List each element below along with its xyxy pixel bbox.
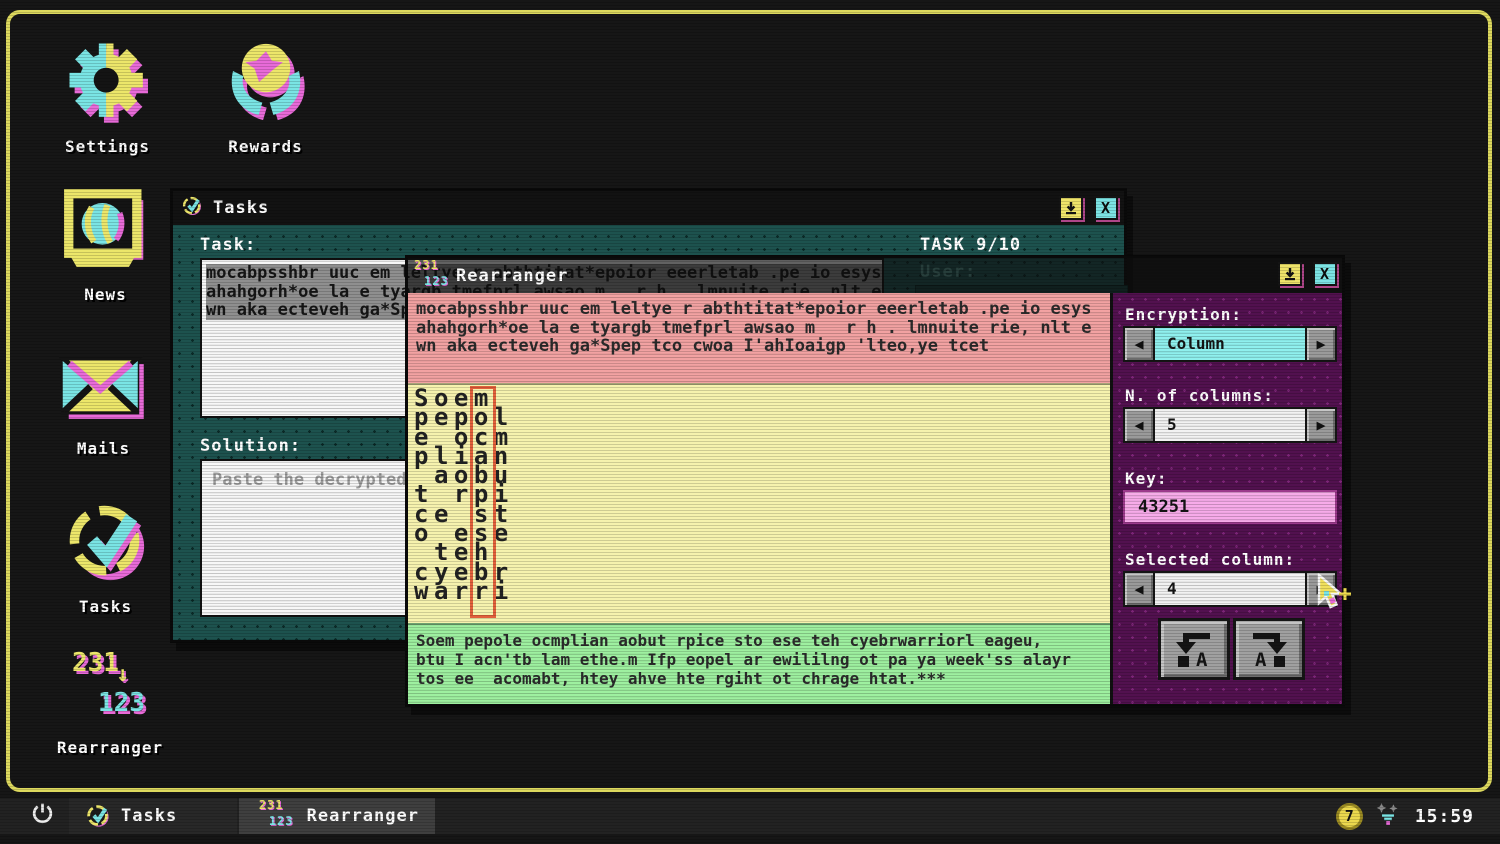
desktop-icon-label: Rearranger	[50, 738, 170, 757]
desktop-icon-rearranger[interactable]: 231 ↓ 123 Rearranger	[50, 648, 170, 757]
solution-label: Solution:	[200, 436, 301, 456]
cipher-line: mocabpsshbr uuc em leltye r abthtitat*ep…	[416, 299, 1092, 319]
svg-text:A: A	[1196, 649, 1208, 670]
tasks-window-title: Tasks	[213, 198, 269, 218]
coin-counter-badge[interactable]: 7	[1336, 803, 1363, 830]
key-label: Key:	[1125, 469, 1168, 488]
rearranger-settings-panel: Encryption: ◀ Column ▶ N. of columns: ◀ …	[1110, 293, 1342, 704]
desktop-icon-settings[interactable]: Settings	[60, 38, 155, 156]
decoded-line: btu I acn'tb lam ethe.m Ifp eopel ar ewi…	[416, 650, 1071, 669]
desktop-icon-news[interactable]: News	[58, 188, 153, 304]
num-columns-label: N. of columns:	[1125, 386, 1274, 405]
rearranger-window: mocabpsshbr uuc em leltye r abthtitat*ep…	[405, 255, 1345, 707]
desktop-icon-label: Mails	[56, 439, 151, 458]
taskbar-item-rearranger[interactable]: 231 123 Rearranger	[239, 798, 435, 834]
clock-time: 15:59	[1415, 806, 1474, 827]
encryption-label: Encryption:	[1125, 305, 1242, 324]
selected-column-decrease-button[interactable]: ◀	[1123, 571, 1155, 607]
taskbar-item-label: Rearranger	[307, 806, 419, 826]
tasks-window-icon	[181, 195, 203, 222]
encryption-next-button[interactable]: ▶	[1305, 326, 1337, 362]
desktop-icon-label: News	[58, 285, 153, 304]
solution-placeholder: Paste the decrypted	[212, 470, 406, 490]
rewards-hands-coin-icon	[222, 113, 310, 130]
power-icon[interactable]	[30, 801, 55, 831]
cipher-line: wn aka ecteveh ga*Spep tco cwoa I'ahIoai…	[416, 336, 989, 356]
taskbar-item-label: Tasks	[121, 806, 177, 826]
column-grid: Soem pepol e ocm plian aobu t rpi ce st …	[414, 389, 514, 601]
rearranger-minimize-button[interactable]	[1278, 262, 1302, 286]
num-columns-spinner: ◀ 5 ▶	[1123, 407, 1337, 443]
shift-right-icon: A	[1245, 628, 1293, 670]
encryption-prev-button[interactable]: ◀	[1123, 326, 1155, 362]
cipher-text-section[interactable]: mocabpsshbr uuc em leltye r abthtitat*ep…	[408, 293, 1110, 383]
selected-column-label: Selected column:	[1125, 550, 1295, 569]
settings-gear-icon	[64, 113, 152, 130]
taskbar: Tasks 231 123 Rearranger 7 15:59	[0, 798, 1500, 834]
cipher-line: ahahgorh*oe la e tyargb tmefprl awsao m …	[416, 318, 1092, 338]
desktop-icon-label: Rewards	[218, 137, 313, 156]
task-label: Task:	[200, 235, 256, 255]
selected-column-highlight[interactable]	[470, 386, 496, 618]
task-counter: TASK 9/10	[920, 235, 1021, 255]
news-globe-icon	[63, 261, 149, 278]
tasks-minimize-button[interactable]	[1059, 196, 1083, 220]
key-input[interactable]: 43251	[1123, 490, 1337, 524]
shift-column-left-button[interactable]: A	[1158, 618, 1230, 680]
selected-column-spinner: ◀ 4 ▶	[1123, 571, 1337, 607]
grid-row: warri	[414, 582, 514, 601]
rearranger-close-button[interactable]: X	[1313, 262, 1337, 286]
desktop-icon-label: Settings	[60, 137, 155, 156]
desktop-icon-label: Tasks	[58, 597, 153, 616]
rearranger-taskbar-icon: 231 123	[259, 800, 293, 832]
rearranger-window-icon: 231 123	[414, 260, 448, 292]
tasks-taskbar-icon	[85, 803, 111, 829]
rearranger-window-titlebar[interactable]: 231 123 Rearranger X	[408, 258, 1342, 293]
encryption-value[interactable]: Column	[1155, 326, 1305, 362]
svg-text:A: A	[1255, 649, 1267, 670]
cursor-sparkle	[1339, 587, 1351, 605]
columns-value[interactable]: 5	[1155, 407, 1305, 443]
encryption-spinner: ◀ Column ▶	[1123, 326, 1337, 362]
network-signal-icon[interactable]	[1375, 801, 1401, 832]
rearranger-window-title: Rearranger	[456, 266, 568, 286]
tasks-close-button[interactable]: X	[1094, 196, 1118, 220]
decoded-line: tos ee acomabt, htey ahve hte rgiht ot c…	[416, 669, 946, 688]
shift-left-icon: A	[1170, 628, 1218, 670]
rearranger-numbers-icon: 231 ↓ 123	[64, 648, 156, 732]
columns-decrease-button[interactable]: ◀	[1123, 407, 1155, 443]
decoded-text-section[interactable]: Soem pepole ocmplian aobut rpice sto ese…	[408, 623, 1110, 704]
game-screen: Settings Rewards	[0, 0, 1500, 844]
tasks-clock-check-icon	[62, 573, 150, 590]
mails-envelope-icon	[59, 415, 149, 432]
selected-column-value[interactable]: 4	[1155, 571, 1305, 607]
taskbar-item-tasks[interactable]: Tasks	[69, 798, 237, 834]
shift-column-right-button[interactable]: A	[1233, 618, 1305, 680]
tasks-window-titlebar[interactable]: Tasks X	[173, 191, 1124, 225]
decoded-line: Soem pepole ocmplian aobut rpice sto ese…	[416, 631, 1042, 650]
column-grid-section[interactable]: Soem pepol e ocm plian aobu t rpi ce st …	[408, 383, 1110, 623]
desktop-icon-rewards[interactable]: Rewards	[218, 38, 313, 156]
columns-increase-button[interactable]: ▶	[1305, 407, 1337, 443]
desktop-icon-mails[interactable]: Mails	[56, 352, 151, 458]
desktop-icon-tasks[interactable]: Tasks	[58, 498, 153, 616]
